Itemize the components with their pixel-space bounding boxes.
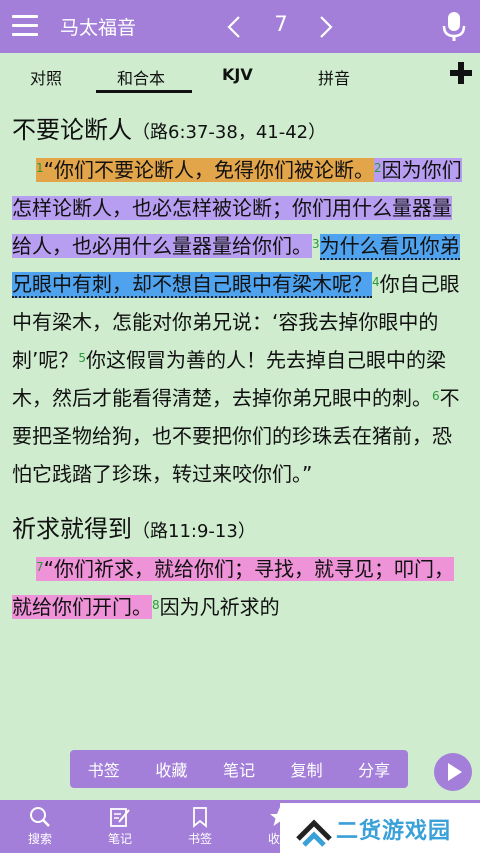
chapter-number[interactable]: 7 [270,12,292,36]
verse-number: 2 [374,161,382,175]
active-tab-indicator [96,90,192,93]
note-action[interactable]: 笔记 [223,757,255,781]
section-reference: （路11:9-13） [132,521,256,542]
verse-number: 6 [432,389,440,403]
bookmark-action[interactable]: 书签 [88,757,120,781]
watermark: 二货游戏园 [280,803,480,853]
nav-label: 笔记 [107,832,132,846]
tab-cuv[interactable]: 和合本 [117,65,165,89]
verse-text: 因为凡祈求的 [159,595,280,619]
play-icon[interactable] [434,753,472,791]
search-icon [30,807,50,827]
bookmark-icon [193,807,207,828]
verse-action-menu: 书签 收藏 笔记 复制 分享 [70,750,408,788]
verse-8[interactable]: 8因为凡祈求的 [152,595,280,619]
watermark-text: 二货游戏园 [336,819,452,844]
verse-number: 7 [36,560,44,574]
book-title[interactable]: 马太福音 [60,13,136,40]
nav-search[interactable]: 搜索 [0,800,80,853]
passage: 7“你们祈求，就给你们；寻找，就寻见；叩门，就给你们开门。8因为凡祈求的 [12,550,470,626]
tab-compare[interactable]: 对照 [30,65,62,89]
section-heading: 祈求就得到（路11:9-13） [12,511,470,550]
nav-notes[interactable]: 笔记 [80,800,160,853]
nav-label: 搜索 [27,832,52,846]
verse-number: 4 [372,275,380,289]
tab-kjv[interactable]: KJV [222,65,253,84]
favorite-action[interactable]: 收藏 [155,757,187,781]
verse-number: 8 [152,598,160,612]
share-action[interactable]: 分享 [358,757,390,781]
verse-number: 3 [312,237,320,251]
tab-bar: 对照 和合本 KJV 拼音 [0,53,480,96]
chevron-left-icon[interactable] [226,15,242,39]
verse-5[interactable]: 5你这假冒为善的人！先去掉自己眼中的梁木，然后才能看得清楚，去掉你弟兄眼中的刺。 [12,348,446,410]
nav-bookmarks[interactable]: 书签 [160,800,240,853]
section-heading: 不要论断人（路6:37-38，41-42） [12,112,470,151]
microphone-icon[interactable] [442,11,466,43]
nav-label: 书签 [187,832,212,846]
menu-icon[interactable] [12,15,38,37]
chevron-right-icon[interactable] [318,15,334,39]
verse-number: 5 [78,351,86,365]
scripture-content: 不要论断人（路6:37-38，41-42） 1“你们不要论断人，免得你们被论断。… [12,112,470,626]
top-bar: 马太福音 7 [0,0,480,53]
passage: 1“你们不要论断人，免得你们被论断。2因为你们怎样论断人，也必怎样被论断；你们用… [12,151,470,493]
section-reference: （路6:37-38，41-42） [132,122,327,143]
section-title: 不要论断人 [12,116,132,144]
verse-text: “你们不要论断人，免得你们被论断。 [43,158,375,182]
add-icon[interactable] [450,62,472,84]
section-title: 祈求就得到 [12,515,132,543]
copy-action[interactable]: 复制 [291,757,323,781]
watermark-logo-icon [296,819,332,847]
verse-1[interactable]: 1“你们不要论断人，免得你们被论断。 [36,158,375,182]
note-edit-icon [110,808,130,827]
verse-number: 1 [36,161,44,175]
tab-pinyin[interactable]: 拼音 [318,65,350,89]
